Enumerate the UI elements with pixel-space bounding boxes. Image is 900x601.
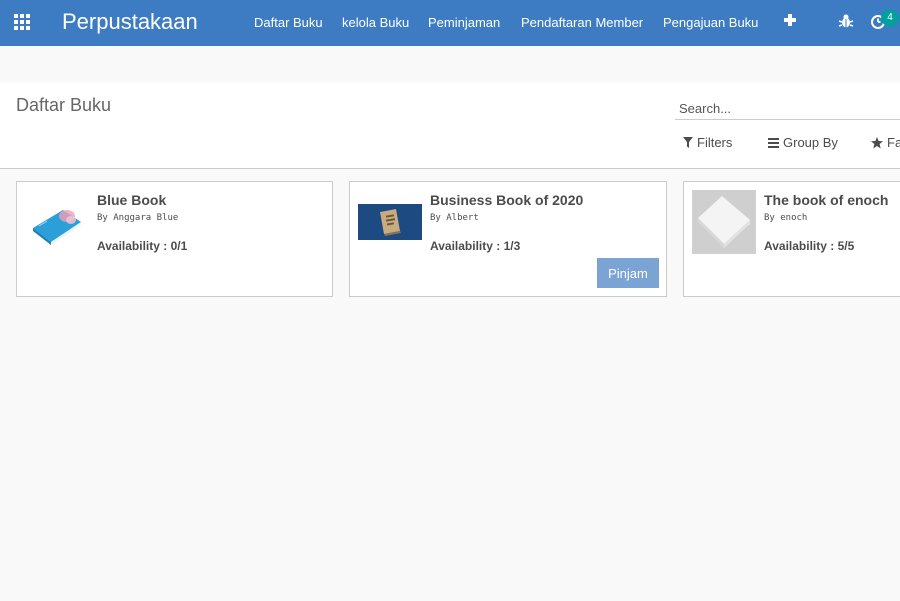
apps-grid-icon[interactable] (14, 14, 32, 32)
star-icon (871, 136, 883, 148)
search-bar (675, 96, 900, 120)
book-card[interactable]: Blue Book By Anggara Blue Availability :… (16, 181, 333, 297)
book-availability: Availability : 0/1 (97, 239, 188, 253)
book-author: By Anggara Blue (97, 213, 179, 223)
plus-icon[interactable] (783, 13, 797, 27)
favorites-label: Fa (887, 135, 900, 150)
book-title: Blue Book (97, 192, 167, 208)
search-input[interactable] (679, 98, 899, 118)
favorites-button[interactable]: Fa (871, 135, 900, 150)
menu-kelola-buku[interactable]: kelola Buku (342, 15, 409, 30)
filters-button[interactable]: Filters (683, 135, 732, 150)
group-by-label: Group By (783, 135, 838, 150)
menu-pengajuan-buku[interactable]: Pengajuan Buku (663, 15, 758, 30)
app-brand[interactable]: Perpustakaan (62, 9, 198, 35)
activity-count-badge: 4 (881, 10, 899, 26)
filters-label: Filters (697, 135, 733, 150)
filter-funnel-icon (683, 137, 693, 148)
menu-peminjaman[interactable]: Peminjaman (428, 15, 500, 30)
book-author: By enoch (764, 213, 808, 223)
pinjam-button[interactable]: Pinjam (597, 258, 659, 288)
book-title: Business Book of 2020 (430, 192, 584, 208)
book-availability: Availability : 1/3 (430, 239, 521, 253)
book-author: By Albert (430, 213, 479, 223)
blue-book-cover-image (33, 210, 81, 245)
debug-bug-icon[interactable] (838, 13, 854, 29)
book-availability: Availability : 5/5 (764, 239, 855, 253)
book-card[interactable]: The book of enoch By enoch Availability … (683, 181, 900, 297)
menu-pendaftaran-member[interactable]: Pendaftaran Member (521, 15, 643, 30)
breadcrumb: Daftar Buku (16, 95, 112, 115)
bars-icon (768, 137, 779, 148)
top-navbar: Perpustakaan Daftar Buku kelola Buku Pem… (0, 0, 900, 46)
group-by-button[interactable]: Group By (768, 135, 838, 150)
business-book-cover-image (358, 204, 422, 240)
book-title: The book of enoch (764, 192, 889, 208)
enoch-book-cover-image (692, 190, 756, 254)
menu-daftar-buku[interactable]: Daftar Buku (254, 15, 323, 30)
control-panel: Daftar Buku Filters Group By Fa (0, 83, 900, 169)
book-card[interactable]: Business Book of 2020 By Albert Availabi… (349, 181, 667, 297)
